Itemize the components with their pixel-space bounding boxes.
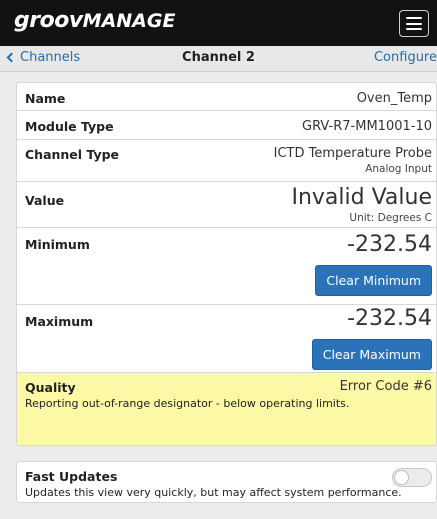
module-type-label: Module Type <box>25 119 114 134</box>
menu-line <box>406 28 422 30</box>
fast-updates-label: Fast Updates <box>25 469 118 484</box>
logo-text-manage: MANAGE <box>82 10 176 32</box>
quality-row: Quality Error Code #6 Reporting out-of-r… <box>17 373 436 445</box>
configure-link[interactable]: Configure <box>374 50 437 65</box>
channel-type-value: ICTD Temperature Probe <box>273 146 432 161</box>
fast-updates-description: Updates this view very quickly, but may … <box>25 486 402 499</box>
channel-type-subvalue: Analog Input <box>365 163 432 175</box>
module-type-value: GRV-R7-MM1001-10 <box>302 119 432 134</box>
quality-error-code: Error Code #6 <box>339 379 432 394</box>
back-to-channels-link[interactable]: Channels <box>6 50 80 65</box>
value-reading: Invalid Value <box>291 185 432 210</box>
toggle-knob <box>394 470 409 485</box>
menu-line <box>406 22 422 25</box>
name-value: Oven_Temp <box>356 91 432 106</box>
module-type-row: Module Type GRV-R7-MM1001-10 <box>17 111 436 140</box>
value-row: Value Invalid Value Unit: Degrees C <box>17 182 436 228</box>
channel-type-label: Channel Type <box>25 147 120 162</box>
minimum-label: Minimum <box>25 237 90 252</box>
clear-minimum-button[interactable]: Clear Minimum <box>315 265 432 296</box>
back-label: Channels <box>20 50 81 65</box>
maximum-row: Maximum -232.54 Clear Maximum <box>17 305 436 373</box>
fast-updates-toggle[interactable] <box>392 468 432 487</box>
name-label: Name <box>25 91 66 106</box>
groov-manage-logo: groovMANAGE <box>14 8 175 33</box>
logo-text-groov: groov <box>14 8 83 33</box>
maximum-value: -232.54 <box>347 306 432 331</box>
fast-updates-card: Fast Updates Updates this view very quic… <box>16 461 437 503</box>
menu-line <box>406 17 422 19</box>
clear-maximum-button[interactable]: Clear Maximum <box>311 339 432 370</box>
minimum-row: Minimum -232.54 Clear Minimum <box>17 228 436 305</box>
maximum-label: Maximum <box>25 314 94 329</box>
value-unit: Unit: Degrees C <box>349 212 432 224</box>
channel-details-card: Name Oven_Temp Module Type GRV-R7-MM1001… <box>16 82 437 446</box>
quality-description: Reporting out-of-range designator - belo… <box>25 397 350 410</box>
value-label: Value <box>25 193 65 208</box>
channel-type-row: Channel Type ICTD Temperature Probe Anal… <box>17 140 436 182</box>
minimum-value: -232.54 <box>347 232 432 257</box>
name-row: Name Oven_Temp <box>17 83 436 111</box>
nav-bar: Channels Channel 2 Configure <box>0 46 437 72</box>
quality-label: Quality <box>25 380 76 395</box>
top-bar: groovMANAGE <box>0 0 437 46</box>
hamburger-menu-icon[interactable] <box>399 10 429 37</box>
chevron-left-icon <box>6 52 17 63</box>
